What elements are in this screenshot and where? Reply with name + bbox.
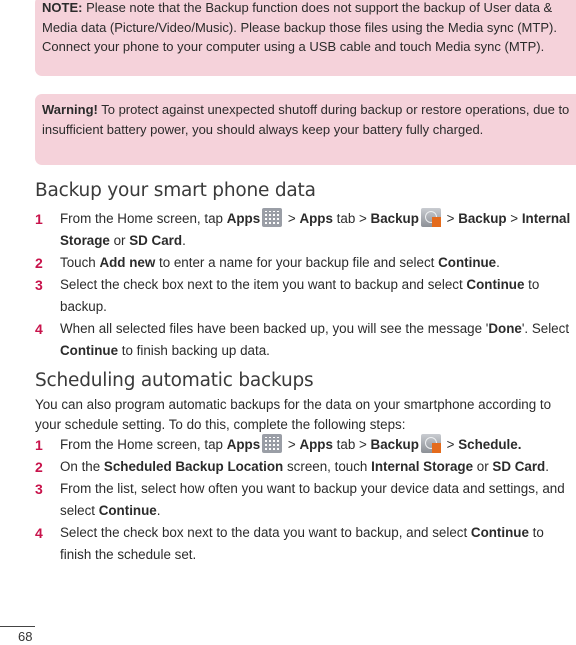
backup-steps-list: 1 From the Home screen, tap Apps > Apps t… bbox=[35, 208, 576, 362]
ui-term: Continue bbox=[438, 255, 497, 270]
ui-term: SD Card bbox=[129, 233, 183, 248]
scheduling-steps-list: 1 From the Home screen, tap Apps > Apps t… bbox=[35, 434, 576, 566]
warning-label: Warning! bbox=[42, 102, 98, 117]
step-text-fragment: > bbox=[284, 211, 300, 226]
step-text-fragment: or bbox=[473, 459, 493, 474]
step-text-fragment: When all selected files have been backed… bbox=[60, 321, 489, 336]
note-box: NOTE: Please note that the Backup functi… bbox=[35, 0, 576, 76]
step-text-fragment: . bbox=[496, 255, 500, 270]
step-text-fragment: From the Home screen, tap bbox=[60, 437, 227, 452]
step-number: 3 bbox=[35, 481, 43, 497]
step-text: From the Home screen, tap Apps > Apps ta… bbox=[60, 434, 576, 456]
ui-term: Continue bbox=[98, 503, 157, 518]
section-heading-backup: Backup your smart phone data bbox=[35, 180, 316, 201]
list-item: 3 From the list, select how often you wan… bbox=[35, 478, 576, 522]
page-number: 68 bbox=[18, 629, 33, 644]
step-text-fragment: screen, touch bbox=[283, 459, 372, 474]
step-text: Select the check box next to the data yo… bbox=[60, 522, 576, 566]
step-text-fragment: > bbox=[284, 437, 300, 452]
step-text: On the Scheduled Backup Location screen,… bbox=[60, 456, 576, 478]
step-text: From the list, select how often you want… bbox=[60, 478, 576, 522]
ui-term: Backup bbox=[458, 211, 507, 226]
step-number: 4 bbox=[35, 321, 43, 337]
ui-term: Apps bbox=[226, 211, 261, 226]
note-text: Please note that the Backup function doe… bbox=[42, 0, 557, 54]
step-text-fragment: tab > bbox=[332, 211, 371, 226]
ui-term: SD Card bbox=[492, 459, 546, 474]
list-item: 1 From the Home screen, tap Apps > Apps t… bbox=[35, 208, 576, 252]
step-number: 2 bbox=[35, 255, 43, 271]
ui-term: Apps bbox=[299, 437, 333, 452]
step-number: 1 bbox=[35, 211, 43, 227]
list-item: 4 Select the check box next to the data y… bbox=[35, 522, 576, 566]
apps-grid-icon bbox=[262, 434, 283, 453]
step-text: Select the check box next to the item yo… bbox=[60, 274, 576, 318]
step-text-fragment: . bbox=[545, 459, 549, 474]
note-label: NOTE: bbox=[42, 0, 83, 15]
ui-term: Backup bbox=[370, 211, 419, 226]
step-number: 4 bbox=[35, 525, 43, 541]
backup-app-icon bbox=[420, 434, 441, 453]
backup-app-icon bbox=[420, 208, 441, 227]
step-number: 1 bbox=[35, 437, 43, 453]
step-text-fragment: > bbox=[442, 211, 459, 226]
ui-term: Continue bbox=[466, 277, 525, 292]
step-text-fragment: . bbox=[182, 233, 186, 248]
warning-box: Warning! To protect against unexpected s… bbox=[35, 94, 576, 165]
scheduling-intro: You can also program automatic backups f… bbox=[35, 397, 552, 432]
ui-term: Apps bbox=[226, 437, 261, 452]
step-text-fragment: Select the check box next to the data yo… bbox=[60, 525, 471, 540]
step-text-fragment: > bbox=[442, 437, 459, 452]
step-text-fragment: Touch bbox=[60, 255, 100, 270]
step-text: From the Home screen, tap Apps > Apps ta… bbox=[60, 208, 576, 252]
ui-term: Done bbox=[488, 321, 522, 336]
step-text-fragment: On the bbox=[60, 459, 104, 474]
step-text-fragment: Select the check box next to the item yo… bbox=[60, 277, 467, 292]
step-text-fragment: From the Home screen, tap bbox=[60, 211, 227, 226]
step-text-fragment: to enter a name for your backup file and… bbox=[155, 255, 439, 270]
step-text-fragment: . bbox=[156, 503, 161, 518]
ui-term: Continue bbox=[60, 343, 119, 358]
step-text-fragment: to finish backing up data. bbox=[118, 343, 270, 358]
step-text-fragment: or bbox=[109, 233, 130, 248]
step-text: When all selected files have been backed… bbox=[60, 318, 576, 362]
list-item: 4 When all selected files have been backe… bbox=[35, 318, 576, 362]
ui-term: Add new bbox=[99, 255, 156, 270]
apps-grid-icon bbox=[262, 208, 283, 227]
list-item: 2 On the Scheduled Backup Location screen… bbox=[35, 456, 576, 478]
step-text-fragment: '. Select bbox=[521, 321, 570, 336]
ui-term: Schedule. bbox=[458, 437, 522, 452]
ui-term: Apps bbox=[299, 211, 333, 226]
list-item: 2 Touch Add new to enter a name for your … bbox=[35, 252, 576, 274]
ui-term: Scheduled Backup Location bbox=[103, 459, 284, 474]
section-heading-scheduling: Scheduling automatic backups bbox=[35, 370, 314, 391]
ui-term: Internal Storage bbox=[371, 459, 474, 474]
step-text: Touch Add new to enter a name for your b… bbox=[60, 252, 576, 274]
step-number: 2 bbox=[35, 459, 43, 475]
warning-text: To protect against unexpected shutoff du… bbox=[42, 102, 570, 137]
footer-rule bbox=[0, 626, 35, 627]
step-text-fragment: tab > bbox=[332, 437, 371, 452]
ui-term: Continue bbox=[470, 525, 529, 540]
step-number: 3 bbox=[35, 277, 43, 293]
ui-term: Backup bbox=[370, 437, 419, 452]
list-item: 3 Select the check box next to the item y… bbox=[35, 274, 576, 318]
list-item: 1 From the Home screen, tap Apps > Apps t… bbox=[35, 434, 576, 456]
step-text-fragment: > bbox=[506, 211, 522, 226]
